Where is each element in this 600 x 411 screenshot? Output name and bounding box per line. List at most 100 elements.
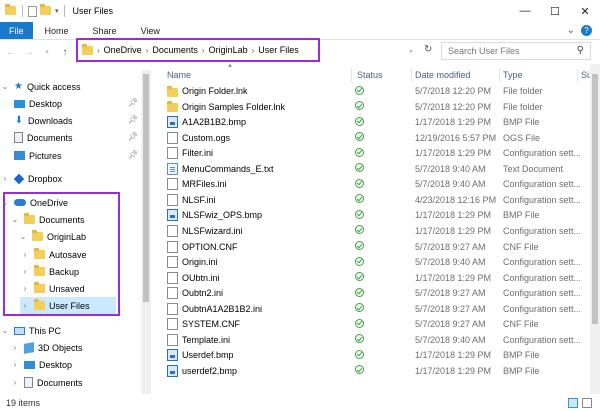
table-row[interactable]: A1A2B1B2.bmp 1/17/2018 1:29 PM BMP File (159, 115, 600, 129)
file-name-cell[interactable]: Origin Samples Folder.lnk (167, 101, 353, 113)
chevron-down-icon[interactable]: ⌄ (567, 25, 575, 36)
back-arrow-icon[interactable]: ← (4, 45, 18, 59)
chevron-down-icon[interactable]: ⌄ (0, 326, 10, 335)
table-row[interactable]: NLSFwizard.ini 1/17/2018 1:29 PM Configura… (159, 224, 600, 238)
tab-view[interactable]: View (129, 22, 172, 39)
file-name-cell[interactable]: SYSTEM.CNF (167, 318, 353, 331)
chevron-right-icon[interactable]: › (252, 46, 255, 55)
chevron-down-icon[interactable]: ⌄ (10, 215, 20, 224)
column-header-date[interactable]: Date modified (415, 67, 501, 83)
table-row[interactable]: NLSF.ini 4/23/2018 12:16 PM Configuration … (159, 193, 600, 207)
chevron-down-icon[interactable]: ⌄ (18, 232, 28, 241)
file-name-cell[interactable]: Origin Folder.lnk (167, 85, 353, 97)
pin-icon[interactable]: 📌︎ (128, 132, 138, 141)
file-list-scrollbar[interactable] (590, 64, 600, 394)
table-row[interactable]: Template.ini 5/7/2018 9:40 AM Configuratio… (159, 333, 600, 347)
chevron-down-icon[interactable]: ⌄ (0, 82, 10, 91)
nav-item-autosave[interactable]: › Autosave (20, 246, 87, 263)
file-name-cell[interactable]: NLSF.ini (167, 193, 353, 206)
address-bar[interactable]: › OneDrive › Documents › OriginLab › Use… (76, 38, 320, 62)
chevron-down-icon[interactable]: ⌄ (0, 198, 10, 207)
column-divider[interactable] (351, 68, 352, 82)
nav-item-unsaved[interactable]: › Unsaved (20, 280, 85, 297)
column-divider[interactable] (577, 68, 578, 82)
nav-item-onedrive-documents[interactable]: ⌄ Documents (10, 211, 85, 228)
address-dropdown-icon[interactable]: ⌄ (408, 46, 414, 54)
properties-icon[interactable] (28, 5, 37, 17)
maximize-button[interactable]: ☐ (540, 0, 570, 22)
nav-item-pc-desktop[interactable]: › Desktop (10, 356, 72, 373)
nav-this-pc[interactable]: ⌄ This PC (0, 322, 61, 339)
tab-file[interactable]: File (0, 22, 33, 39)
refresh-icon[interactable]: ↻ (424, 44, 432, 55)
file-name-cell[interactable]: OPTION.CNF (167, 240, 353, 253)
nav-item-downloads[interactable]: ⬇ Downloads (14, 112, 73, 129)
chevron-right-icon[interactable]: › (0, 174, 10, 183)
nav-quick-access[interactable]: ⌄ ★ Quick access (0, 78, 81, 95)
file-name-cell[interactable]: MenuCommands_E.txt (167, 162, 353, 175)
search-icon[interactable]: ⚲ (577, 45, 584, 56)
file-name-cell[interactable]: Template.ini (167, 333, 353, 346)
minimize-button[interactable]: — (510, 0, 540, 22)
table-row[interactable]: Custom.ogs 12/19/2016 5:57 PM OGS File (159, 131, 600, 145)
large-icons-view-icon[interactable] (582, 398, 592, 408)
breadcrumb-user-files[interactable]: User Files (258, 45, 299, 55)
customize-toolbar-icon[interactable]: ▾ (55, 7, 59, 15)
close-button[interactable]: ✕ (570, 0, 600, 22)
scrollbar-thumb[interactable] (592, 74, 598, 324)
nav-item-3d-objects[interactable]: › 3D Objects (10, 339, 83, 356)
chevron-right-icon[interactable]: › (146, 46, 149, 55)
table-row[interactable]: Origin.ini 5/7/2018 9:40 AM Configuration … (159, 255, 600, 269)
table-row[interactable]: Origin Folder.lnk 5/7/2018 12:20 PM File f… (159, 84, 600, 98)
chevron-right-icon[interactable]: › (10, 343, 20, 352)
breadcrumb-documents[interactable]: Documents (152, 45, 198, 55)
file-name-cell[interactable]: Origin.ini (167, 256, 353, 269)
nav-item-backup[interactable]: › Backup (20, 263, 79, 280)
nav-scrollbar[interactable] (141, 70, 151, 394)
table-row[interactable]: SYSTEM.CNF 5/7/2018 9:27 AM CNF File (159, 317, 600, 331)
column-header-type[interactable]: Type (503, 67, 583, 83)
table-row[interactable]: OubtnA1A2B1B2.ini 5/7/2018 9:27 AM Configu… (159, 302, 600, 316)
tab-share[interactable]: Share (81, 22, 129, 39)
table-row[interactable]: Origin Samples Folder.lnk 5/7/2018 12:20 … (159, 100, 600, 114)
nav-item-originlab[interactable]: ⌄ OriginLab (18, 228, 86, 245)
breadcrumb-onedrive[interactable]: OneDrive (104, 45, 142, 55)
table-row[interactable]: OUbtn.ini 1/17/2018 1:29 PM Configuration … (159, 271, 600, 285)
tab-home[interactable]: Home (33, 22, 81, 39)
table-row[interactable]: Filter.ini 1/17/2018 1:29 PM Configuration… (159, 146, 600, 160)
file-name-cell[interactable]: Custom.ogs (167, 131, 353, 144)
chevron-right-icon[interactable]: › (20, 250, 30, 259)
column-divider[interactable] (499, 68, 500, 82)
file-name-cell[interactable]: userdef2.bmp (167, 364, 353, 377)
file-name-cell[interactable]: NLSFwiz_OPS.bmp (167, 209, 353, 222)
nav-onedrive[interactable]: ⌄ OneDrive (0, 194, 68, 211)
nav-item-user-files[interactable]: › User Files (20, 297, 116, 314)
up-arrow-icon[interactable]: ↑ (58, 45, 72, 59)
pin-icon[interactable]: 📌︎ (128, 150, 138, 159)
file-name-cell[interactable]: OUbtn.ini (167, 271, 353, 284)
column-header-name[interactable]: Name ▲ (167, 64, 353, 83)
nav-item-pictures[interactable]: Pictures (14, 147, 62, 164)
breadcrumb-originlab[interactable]: OriginLab (209, 45, 248, 55)
table-row[interactable]: NLSFwiz_OPS.bmp 1/17/2018 1:29 PM BMP File (159, 208, 600, 222)
chevron-right-icon[interactable]: › (97, 46, 100, 55)
column-divider[interactable] (411, 68, 412, 82)
chevron-right-icon[interactable]: › (10, 378, 20, 387)
recent-locations-icon[interactable]: ▾ (40, 45, 54, 59)
file-name-cell[interactable]: A1A2B1B2.bmp (167, 116, 353, 129)
forward-arrow-icon[interactable]: → (22, 45, 36, 59)
nav-item-documents[interactable]: Documents (14, 129, 73, 146)
chevron-right-icon[interactable]: › (20, 267, 30, 276)
table-row[interactable]: MRFiles.ini 5/7/2018 9:40 AM Configuration… (159, 177, 600, 191)
details-view-icon[interactable] (568, 398, 578, 408)
file-name-cell[interactable]: MRFiles.ini (167, 178, 353, 191)
chevron-right-icon[interactable]: › (20, 284, 30, 293)
nav-item-desktop[interactable]: Desktop (14, 95, 62, 112)
file-name-cell[interactable]: Oubtn2.ini (167, 287, 353, 300)
table-row[interactable]: MenuCommands_E.txt 5/7/2018 9:40 AM Text D… (159, 162, 600, 176)
table-row[interactable]: Userdef.bmp 1/17/2018 1:29 PM BMP File (159, 348, 600, 362)
chevron-right-icon[interactable]: › (10, 360, 20, 369)
pin-icon[interactable]: 📌︎ (128, 115, 138, 124)
scrollbar-thumb[interactable] (143, 74, 149, 302)
file-name-cell[interactable]: OubtnA1A2B1B2.ini (167, 302, 353, 315)
